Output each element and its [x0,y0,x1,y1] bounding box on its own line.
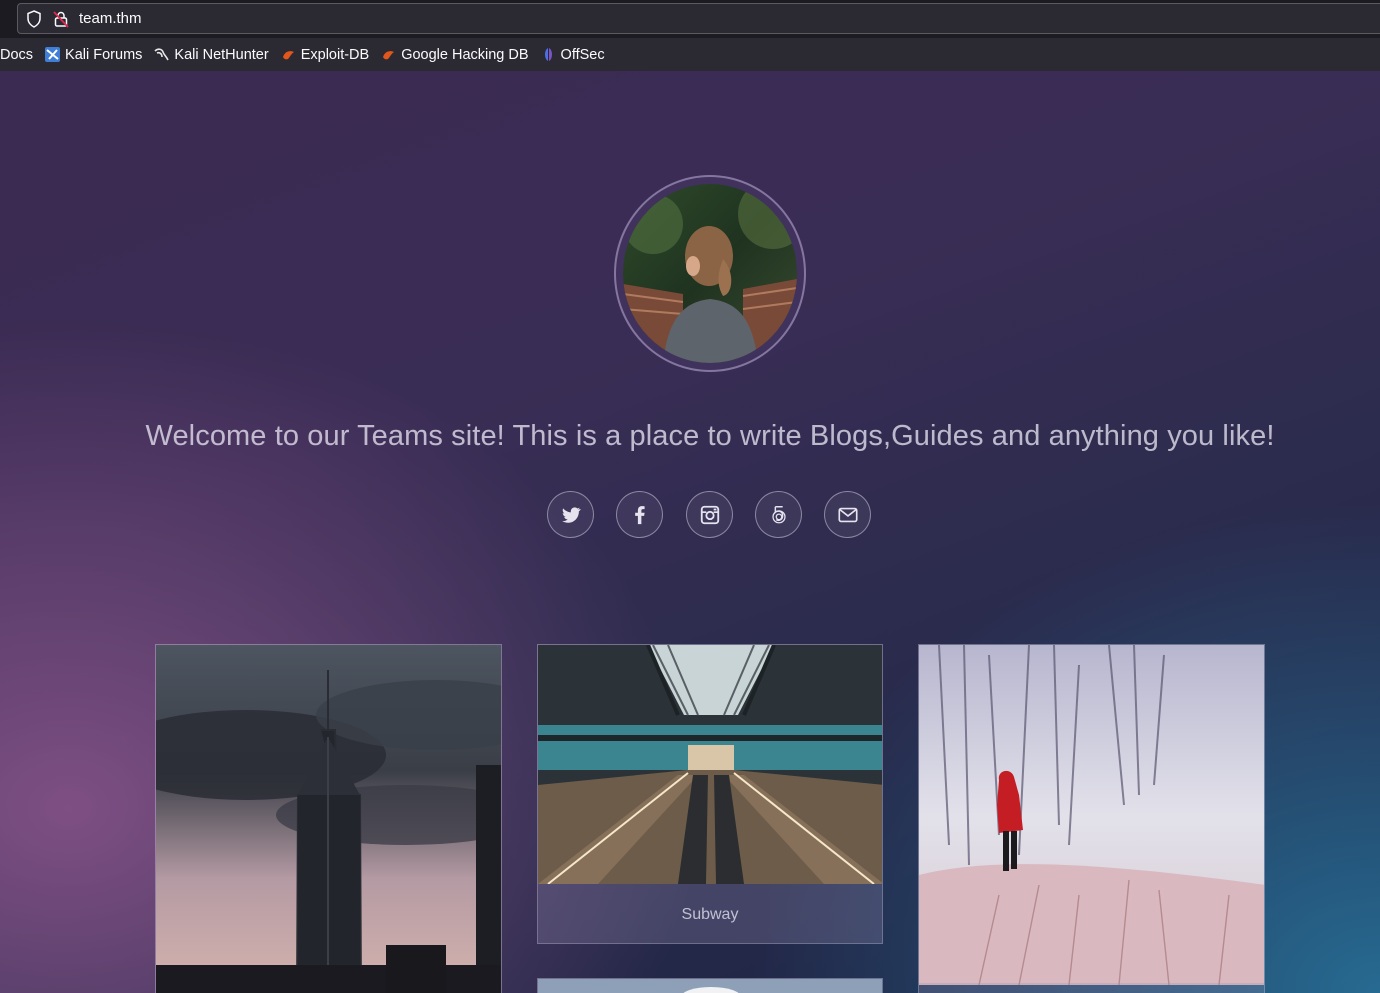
email-icon [837,507,858,522]
exploit-db-icon [282,51,294,60]
email-button[interactable] [824,491,871,538]
page-content: Welcome to our Teams site! This is a pla… [0,71,1380,993]
card-caption: Subway [538,884,882,943]
clouds-photo [538,979,882,993]
facebook-button[interactable] [616,491,663,538]
bookmark-label: Docs [0,46,34,63]
instagram-icon [700,505,719,524]
avatar [614,175,806,372]
bookmark-google-hacking-db[interactable]: Google Hacking DB [381,46,529,63]
bookmark-kali-nethunter[interactable]: Kali NetHunter [154,46,269,63]
bookmark-label: Kali Forums [65,46,143,63]
gallery-card-city[interactable] [155,644,502,993]
avatar-photo [623,184,797,363]
insecure-lock-icon[interactable] [53,10,69,28]
twitter-button[interactable] [547,491,594,538]
url-text[interactable]: team.thm [79,10,142,27]
city-skyscraper-photo [156,645,501,993]
instagram-button[interactable] [686,491,733,538]
bookmark-label: Exploit-DB [300,46,370,63]
shield-icon[interactable] [26,10,42,28]
browser-address-bar-area: team.thm [0,0,1380,38]
500px-button[interactable] [755,491,802,538]
subway-escalator-photo [538,645,882,884]
welcome-heading: Welcome to our Teams site! This is a pla… [145,420,1275,452]
kali-dragon-icon [154,48,170,61]
gallery-card-snow[interactable] [918,644,1265,993]
facebook-icon [634,505,645,524]
kali-forums-icon [45,47,61,62]
bookmark-exploit-db[interactable]: Exploit-DB [281,46,370,63]
bookmark-offsec[interactable]: OffSec [541,47,605,63]
500px-icon [771,505,786,523]
url-input[interactable]: team.thm [17,3,1380,34]
gallery-card-subway[interactable]: Subway [537,644,883,944]
offsec-icon [544,48,552,61]
bookmark-label: Kali NetHunter [174,46,269,63]
exploit-db-icon [383,51,395,60]
bookmarks-toolbar: Docs Kali Forums Kali NetHunter Exploit-… [0,38,1380,72]
bookmark-label: Google Hacking DB [401,46,529,63]
snow-hiker-photo [919,645,1264,986]
bookmark-label: OffSec [560,46,605,63]
card-caption [919,983,1264,993]
gallery-card-clouds[interactable] [537,978,883,993]
bookmark-docs[interactable]: Docs [0,47,33,63]
twitter-icon [561,506,581,523]
bookmark-kali-forums[interactable]: Kali Forums [45,47,142,63]
